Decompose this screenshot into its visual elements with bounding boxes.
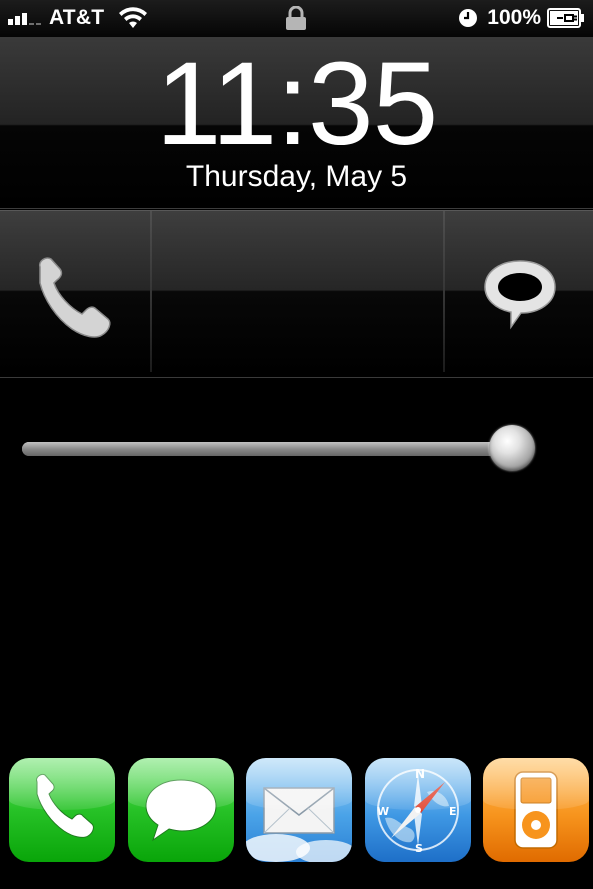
dock: N S E W xyxy=(0,758,593,864)
sms-shortcut-button[interactable] xyxy=(445,211,593,372)
lock-time: 11:35 xyxy=(155,38,439,170)
messages-app-icon[interactable] xyxy=(128,758,234,862)
status-left: AT&T xyxy=(8,6,148,30)
separator-line xyxy=(0,377,593,378)
phone-shortcut-button[interactable] xyxy=(0,211,150,372)
svg-text:N: N xyxy=(415,767,425,781)
phone-app-icon[interactable] xyxy=(9,758,115,862)
carrier-label: AT&T xyxy=(49,6,105,29)
phone-handset-icon xyxy=(38,257,111,338)
phone-glyph-icon xyxy=(36,774,94,838)
ipod-app-icon[interactable] xyxy=(483,758,589,862)
svg-text:E: E xyxy=(449,805,457,818)
mail-app-icon[interactable] xyxy=(246,758,352,862)
slider-fill xyxy=(22,442,512,456)
svg-text:W: W xyxy=(377,805,389,818)
lock-date: Thursday, May 5 xyxy=(185,160,408,193)
svg-text:S: S xyxy=(415,842,423,855)
status-bar: AT&T 100% xyxy=(0,0,593,37)
safari-compass-icon: N S E W xyxy=(377,767,459,855)
slider-track[interactable] xyxy=(22,442,512,456)
mail-glyph-icon xyxy=(246,787,352,862)
status-right: 100% xyxy=(458,6,585,30)
safari-app-icon[interactable]: N S E W xyxy=(365,758,471,862)
time-panel: 11:35 Thursday, May 5 xyxy=(0,37,593,209)
quick-action-panel xyxy=(0,210,593,372)
lock-icon xyxy=(286,6,306,30)
ipod-glyph-icon xyxy=(514,771,558,849)
panel-divider-left xyxy=(150,211,152,372)
messages-glyph-icon xyxy=(145,779,217,842)
slider-knob[interactable] xyxy=(489,425,535,471)
speech-bubble-icon xyxy=(484,260,556,330)
wifi-icon xyxy=(119,7,148,28)
battery-charging-icon xyxy=(547,8,584,28)
battery-percent: 100% xyxy=(487,6,541,29)
signal-icon xyxy=(8,11,43,25)
alarm-clock-icon xyxy=(459,9,478,27)
